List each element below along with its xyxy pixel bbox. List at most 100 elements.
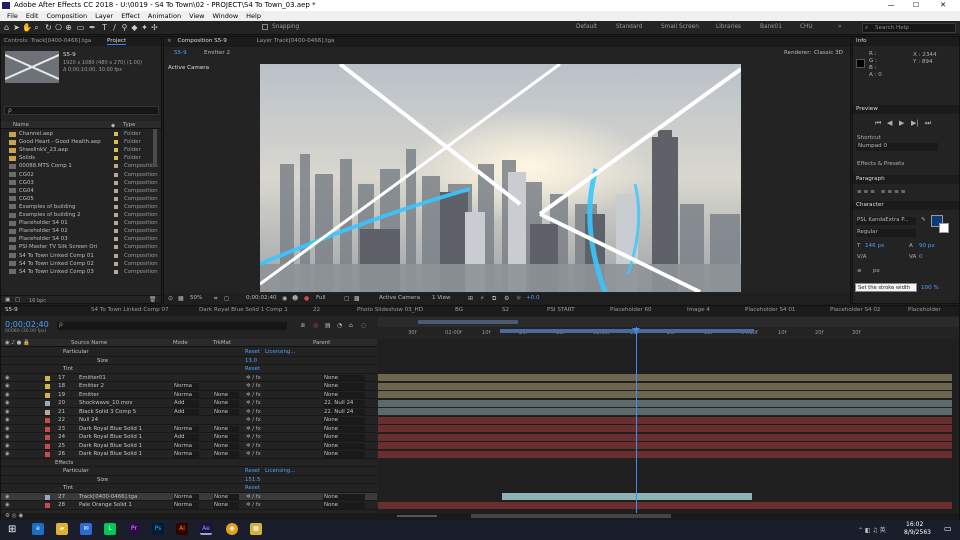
selection-tool-icon[interactable]: ➤ xyxy=(12,23,21,32)
parent-select[interactable]: 22. Null 24 xyxy=(323,400,365,407)
reset-link[interactable]: Reset xyxy=(245,348,260,357)
photoshop-icon[interactable]: Ps xyxy=(152,523,164,535)
project-item[interactable]: CG02 Composition xyxy=(4,171,158,179)
visibility-eye-icon[interactable]: ◉ xyxy=(5,442,10,451)
parent-select[interactable]: None xyxy=(323,383,365,390)
visibility-eye-icon[interactable]: ◉ xyxy=(5,391,10,400)
visibility-eye-icon[interactable]: ◉ xyxy=(5,408,10,417)
label-color-swatch[interactable] xyxy=(114,196,118,201)
renderer-value[interactable]: Classic 3D xyxy=(814,50,843,56)
label-color-swatch[interactable] xyxy=(114,180,118,185)
layer-name[interactable]: Dark Royal Blue Solid 1 xyxy=(79,433,142,442)
layer-duration-bar[interactable] xyxy=(378,399,952,407)
bpc-indicator[interactable]: 16 bpc xyxy=(29,298,46,304)
play-icon[interactable]: ▶ xyxy=(899,119,904,127)
layer-label-color[interactable] xyxy=(45,418,50,423)
illustrator-icon[interactable]: Ai xyxy=(176,523,188,535)
resolution-select[interactable]: Full xyxy=(316,295,326,301)
layer-switches-icon[interactable]: ✲ / fx xyxy=(246,391,261,400)
property-row[interactable]: Tint Reset xyxy=(1,365,377,374)
timeline-tab[interactable]: Placeholder S4 01 xyxy=(745,307,795,313)
label-color-swatch[interactable] xyxy=(114,269,118,274)
layer-row[interactable]: ◉ 18 Emitter 2 Norma ✲ / fx None xyxy=(1,382,377,391)
label-color-swatch[interactable] xyxy=(114,221,118,226)
visibility-eye-icon[interactable]: ◉ xyxy=(5,425,10,434)
toggle-pixel-icon[interactable]: ⊞ xyxy=(468,295,473,302)
layer-duration-bar[interactable] xyxy=(378,408,952,415)
layer-name[interactable]: Track[0400-0466].tga xyxy=(79,493,137,502)
label-column-icon[interactable]: ◆ xyxy=(111,123,115,129)
tray-icons[interactable]: ⌃ ◧ ♫ 英 xyxy=(858,525,886,534)
menu-window[interactable]: Window xyxy=(209,11,243,21)
chrome-icon[interactable]: ◉ xyxy=(226,523,238,535)
interpret-footage-icon[interactable]: ▣ xyxy=(5,297,10,303)
menu-file[interactable]: File xyxy=(3,11,22,21)
parent-select[interactable]: None xyxy=(323,417,365,424)
track-matte-select[interactable]: None xyxy=(213,408,239,416)
visibility-eye-icon[interactable]: ◉ xyxy=(5,374,10,383)
reset-link[interactable]: Reset xyxy=(245,467,260,476)
playhead-handle[interactable] xyxy=(632,328,640,333)
property-value[interactable]: 13.0 xyxy=(245,357,257,366)
parent-select[interactable]: None xyxy=(323,434,365,441)
graph-editor-icon[interactable]: ◔ xyxy=(337,322,342,329)
zoom-level[interactable]: 50% xyxy=(190,295,202,301)
layer-name[interactable]: Null 24 xyxy=(79,416,98,425)
layer-name[interactable]: Pale Orange Solid 1 xyxy=(79,501,132,510)
timeline-tab[interactable]: Photo Slideshow 03_HD xyxy=(357,307,423,313)
layer-switches-icon[interactable]: ✲ / fx xyxy=(246,493,261,502)
column-name[interactable]: Name xyxy=(13,122,29,128)
parent-select[interactable]: None xyxy=(323,391,365,399)
parent-select[interactable]: None xyxy=(323,451,365,458)
layer-label-color[interactable] xyxy=(45,426,50,432)
reset-link[interactable]: Reset xyxy=(245,484,260,493)
layer-duration-bar[interactable] xyxy=(378,450,952,458)
property-row[interactable]: Size 151.5 xyxy=(1,476,377,484)
search-help-box[interactable]: ⌕ Search Help xyxy=(862,23,956,33)
work-area-range[interactable] xyxy=(500,329,754,333)
layer-label-color[interactable] xyxy=(45,392,50,398)
tab-composition[interactable]: Composition S5-9 xyxy=(177,38,226,44)
layer-label-color[interactable] xyxy=(45,503,50,508)
track-matte-select[interactable]: None xyxy=(213,442,239,450)
search-help-input[interactable]: Search Help xyxy=(875,25,909,31)
visibility-eye-icon[interactable]: ◉ xyxy=(5,493,10,502)
layer-switches-icon[interactable]: ✲ / fx xyxy=(246,382,261,391)
visibility-eye-icon[interactable]: ◉ xyxy=(5,416,10,425)
snapshot-icon[interactable]: ◉ xyxy=(282,295,287,302)
home-icon[interactable]: ⌂ xyxy=(2,23,11,32)
project-item[interactable]: S4 To Town Linked Comp 01 Composition xyxy=(4,252,158,260)
windows-start-icon[interactable]: ⊞ xyxy=(8,524,16,535)
visibility-eye-icon[interactable]: ◉ xyxy=(5,450,10,459)
track-matte-select[interactable]: None xyxy=(213,502,239,509)
parent-select[interactable]: None xyxy=(323,374,365,382)
layer-label-color[interactable] xyxy=(45,494,50,500)
label-color-swatch[interactable] xyxy=(114,253,118,258)
workspace-default[interactable]: Default xyxy=(576,24,597,30)
frame-blending-icon[interactable]: ▤ xyxy=(325,322,331,329)
close-button[interactable]: ✕ xyxy=(932,0,954,11)
eraser-tool-icon[interactable]: ◆ xyxy=(130,23,139,32)
minimize-button[interactable]: — xyxy=(880,0,902,11)
menu-effect[interactable]: Effect xyxy=(117,11,144,21)
layer-row[interactable]: ◉ 19 Emitter Norma None ✲ / fx None xyxy=(1,391,377,400)
project-item[interactable]: PSI Master TV Silk Screen Ori Composition xyxy=(4,243,158,251)
label-color-swatch[interactable] xyxy=(114,204,118,209)
transparency-grid-icon[interactable]: ▩ xyxy=(354,295,360,302)
project-item[interactable]: 00088.MTS Comp 1 Composition xyxy=(4,162,158,170)
edge-icon[interactable]: e xyxy=(32,523,44,535)
always-preview-icon[interactable]: ⊙ xyxy=(168,295,173,302)
shy-icon[interactable]: ⌂ xyxy=(349,322,353,329)
label-color-swatch[interactable] xyxy=(114,188,118,193)
layer-duration-bar[interactable] xyxy=(378,433,952,441)
property-row[interactable]: Particular Reset Licensing... xyxy=(1,348,377,357)
tracking-value[interactable]: 0 xyxy=(919,254,923,260)
puppet-tool-icon[interactable]: ✢ xyxy=(150,23,159,32)
layer-row[interactable]: ◉ 22 Null 24 ✲ / fx None xyxy=(1,416,377,425)
breadcrumb-layer[interactable]: Emitter 2 xyxy=(204,50,230,56)
layer-label-color[interactable] xyxy=(45,452,50,457)
layer-switches-icon[interactable]: ✲ / fx xyxy=(246,399,261,408)
layer-row[interactable]: ◉ 21 Black Solid 3 Comp 5 Add None ✲ / fx 22. … xyxy=(1,408,377,417)
blend-mode-select[interactable]: Add xyxy=(173,408,199,416)
label-color-swatch[interactable] xyxy=(114,132,118,136)
